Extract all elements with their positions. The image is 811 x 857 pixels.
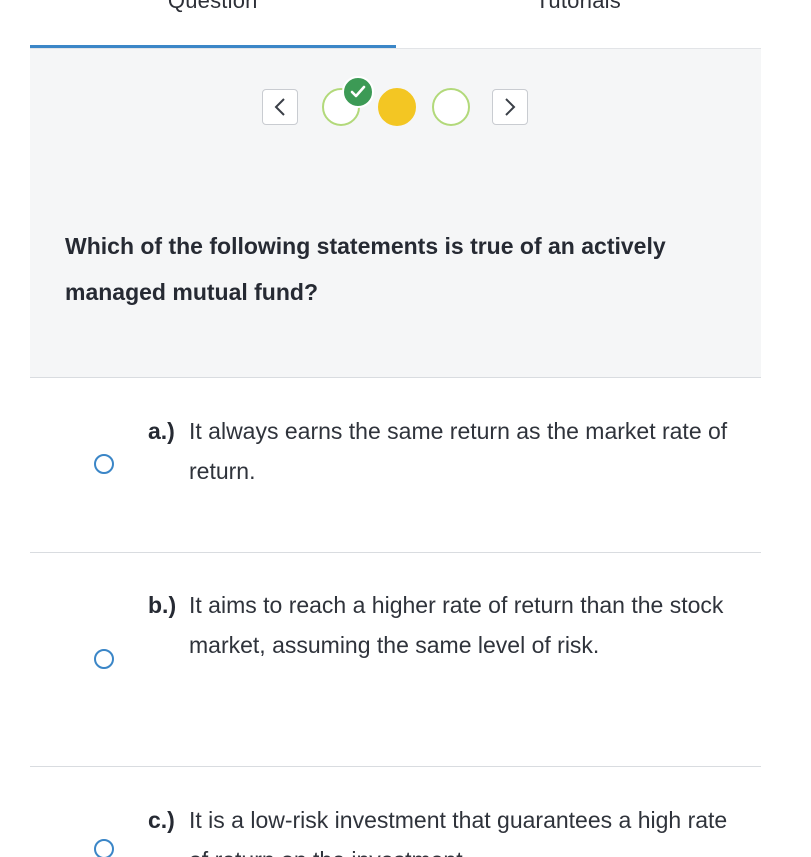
- tab-question-label: Question: [167, 0, 258, 13]
- next-question-button[interactable]: [492, 89, 528, 125]
- option-b-letter: b.): [148, 592, 177, 618]
- option-a-radio[interactable]: [94, 454, 114, 474]
- progress-step-unanswered[interactable]: [432, 88, 470, 126]
- tab-question[interactable]: Question: [30, 0, 396, 48]
- previous-question-button[interactable]: [262, 89, 298, 125]
- option-b-text: It aims to reach a higher rate of return…: [189, 592, 724, 658]
- question-page: Question Tutorials Which of the followin…: [0, 0, 811, 857]
- option-c-text: It is a low-risk investment that guarant…: [189, 807, 728, 857]
- answer-option-b[interactable]: b.) It aims to reach a higher rate of re…: [30, 553, 761, 767]
- option-b-radio[interactable]: [94, 649, 114, 669]
- option-c-letter: c.): [148, 807, 175, 833]
- question-text: Which of the following statements is tru…: [65, 233, 666, 305]
- chevron-left-icon: [274, 98, 285, 116]
- tab-tutorials-label: Tutorials: [535, 0, 621, 13]
- chevron-right-icon: [505, 98, 516, 116]
- question-pager: [30, 76, 761, 131]
- progress-step-current[interactable]: [378, 88, 416, 126]
- option-a-letter: a.): [148, 418, 175, 444]
- question-panel: Which of the following statements is tru…: [30, 49, 761, 378]
- check-icon: [342, 76, 374, 108]
- tab-bar: Question Tutorials: [30, 0, 761, 48]
- option-a-text: It always earns the same return as the m…: [189, 418, 728, 484]
- option-c-radio[interactable]: [94, 839, 114, 857]
- answer-option-c[interactable]: c.) It is a low-risk investment that gua…: [30, 767, 761, 857]
- answer-option-a[interactable]: a.) It always earns the same return as t…: [30, 378, 761, 553]
- tab-tutorials[interactable]: Tutorials: [396, 0, 762, 48]
